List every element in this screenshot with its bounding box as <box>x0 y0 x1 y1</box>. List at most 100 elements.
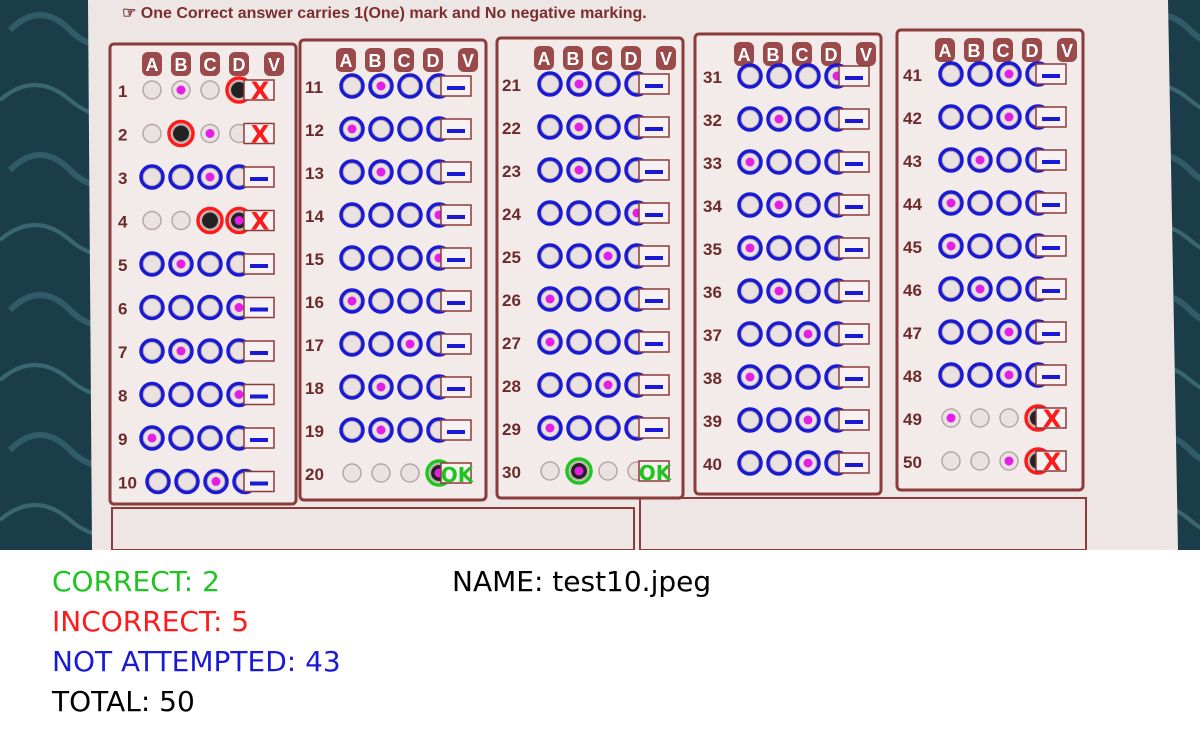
option-bubble <box>540 203 560 223</box>
detected-mark-dot <box>376 167 386 177</box>
detected-mark-dot <box>745 157 755 167</box>
question-number: 5 <box>118 256 127 275</box>
option-bubble <box>941 365 961 385</box>
question-number: 4 <box>118 213 128 232</box>
option-bubble <box>400 291 420 311</box>
option-bubble <box>400 76 420 96</box>
filled-bubble <box>202 212 218 229</box>
option-bubble <box>400 377 420 397</box>
option-bubble <box>740 66 760 86</box>
question-number: 48 <box>903 367 922 386</box>
detected-mark-dot <box>774 200 784 210</box>
option-bubble <box>999 193 1019 213</box>
total-count: TOTAL: 50 <box>52 685 195 718</box>
column-header-c: C <box>204 55 217 75</box>
option-bubble <box>142 341 162 361</box>
verdict-x: X <box>251 208 270 236</box>
detected-mark-dot <box>211 477 221 486</box>
question-number: 41 <box>903 66 922 85</box>
option-bubble <box>540 160 560 180</box>
column-header-d: D <box>625 49 638 69</box>
question-number: 50 <box>903 453 922 472</box>
option-bubble <box>569 289 589 309</box>
question-number: 10 <box>118 474 137 493</box>
detected-mark-dot <box>774 286 784 296</box>
detected-mark-dot <box>376 382 386 392</box>
question-number: 37 <box>703 326 722 345</box>
column-header-c: C <box>997 41 1010 61</box>
question-number: 49 <box>903 410 922 429</box>
option-bubble <box>569 246 589 266</box>
detected-mark-dot <box>1004 112 1014 122</box>
option-bubble <box>371 119 391 139</box>
verdict-ok: OK <box>441 463 475 487</box>
detected-mark-dot <box>234 303 244 312</box>
option-bubble <box>142 80 162 100</box>
detected-mark-dot <box>545 423 555 433</box>
option-bubble <box>342 248 362 268</box>
detected-mark-dot <box>176 259 186 269</box>
column-header-d: D <box>233 55 246 75</box>
option-bubble <box>769 453 789 473</box>
option-bubble <box>569 332 589 352</box>
option-bubble <box>941 150 961 170</box>
question-number: 6 <box>118 300 127 319</box>
column-header-a: A <box>340 51 353 71</box>
detected-mark-dot <box>774 114 784 124</box>
option-bubble <box>970 365 990 385</box>
option-bubble <box>970 236 990 256</box>
option-bubble <box>142 254 162 274</box>
option-bubble <box>798 152 818 172</box>
option-bubble <box>200 297 220 318</box>
detected-mark-dot <box>347 296 357 306</box>
column-header-b: B <box>369 51 382 71</box>
question-number: 11 <box>305 78 323 97</box>
option-bubble <box>598 289 618 309</box>
question-number: 21 <box>502 76 521 95</box>
column-header-d: D <box>1026 41 1039 61</box>
option-bubble <box>400 119 420 139</box>
omr-sheet-photo: ☞ One Correct answer carries 1(One) mark… <box>0 0 1200 550</box>
column-header-a: A <box>146 55 159 75</box>
option-bubble <box>941 107 961 127</box>
question-number: 1 <box>118 82 127 101</box>
correct-count: CORRECT: 2 <box>52 565 220 598</box>
column-header-v: V <box>1061 41 1073 61</box>
option-bubble <box>342 420 362 440</box>
option-bubble <box>171 167 191 187</box>
option-bubble <box>342 205 362 225</box>
option-bubble <box>171 210 191 231</box>
detected-mark-dot <box>1004 69 1014 79</box>
option-bubble <box>740 109 760 129</box>
column-header-d: D <box>427 51 440 71</box>
option-bubble <box>371 205 391 225</box>
filled-bubble <box>173 125 189 142</box>
question-number: 12 <box>305 121 324 140</box>
option-bubble <box>142 123 162 144</box>
option-bubble <box>598 461 618 481</box>
option-bubble <box>400 248 420 268</box>
question-number: 46 <box>903 281 922 300</box>
question-number: 29 <box>502 420 521 439</box>
option-bubble <box>598 74 618 94</box>
question-number: 39 <box>703 412 722 431</box>
question-number: 14 <box>305 207 324 226</box>
question-number: 3 <box>118 169 127 188</box>
option-bubble <box>400 420 420 440</box>
question-number: 18 <box>305 379 324 398</box>
detected-mark-dot <box>405 339 415 349</box>
option-bubble <box>941 322 961 342</box>
question-number: 40 <box>703 455 722 474</box>
detected-mark-dot <box>803 458 813 468</box>
option-bubble <box>569 418 589 438</box>
option-bubble <box>200 254 220 274</box>
option-bubble <box>342 463 362 483</box>
detected-mark-dot <box>376 425 386 435</box>
option-bubble <box>740 195 760 215</box>
detected-mark-dot <box>803 415 813 425</box>
detected-mark-dot <box>205 172 215 182</box>
question-number: 32 <box>703 111 722 130</box>
detected-mark-dot <box>1004 456 1014 466</box>
option-bubble <box>999 236 1019 256</box>
omr-sheet-overlay: ☞ One Correct answer carries 1(One) mark… <box>0 0 1200 550</box>
